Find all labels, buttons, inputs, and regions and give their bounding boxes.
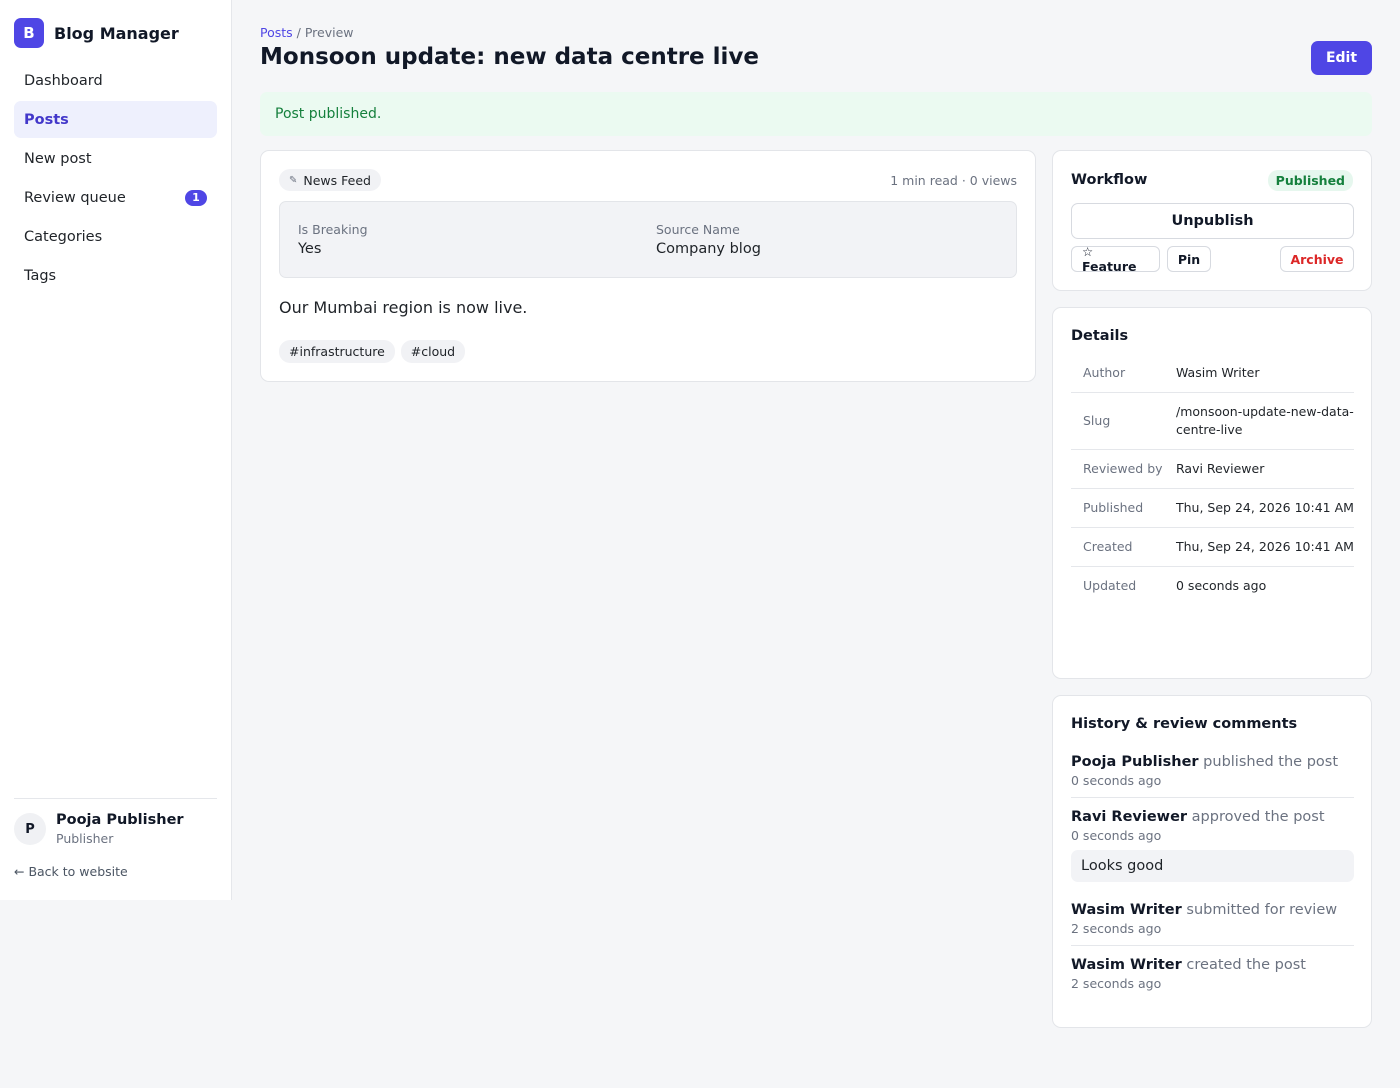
sidebar-item-label: Posts bbox=[24, 111, 69, 128]
sidebar-item-label: Categories bbox=[24, 228, 103, 245]
history-time: 2 seconds ago bbox=[1071, 976, 1162, 991]
avatar: P bbox=[14, 813, 46, 845]
review-comment: Looks good bbox=[1071, 850, 1354, 882]
archive-button[interactable]: Archive bbox=[1280, 246, 1354, 272]
detail-key: Author bbox=[1083, 365, 1126, 380]
brand[interactable]: B Blog Manager bbox=[14, 18, 179, 48]
field-value: Company blog bbox=[656, 241, 761, 257]
sidebar-item-label: Dashboard bbox=[24, 72, 103, 89]
status-badge: Published bbox=[1267, 170, 1353, 191]
sidebar-item-label: Review queue bbox=[24, 189, 126, 206]
breadcrumb-current: Preview bbox=[304, 25, 354, 40]
tag-list: #infrastructure #cloud bbox=[279, 340, 471, 363]
history-card: History & review comments Pooja Publishe… bbox=[1052, 695, 1372, 1028]
feed-name: News Feed bbox=[303, 172, 371, 188]
history-time: 0 seconds ago bbox=[1071, 773, 1162, 788]
field-is-breaking: Is Breaking Yes bbox=[298, 222, 368, 257]
sidebar-item-tags[interactable]: Tags bbox=[14, 257, 217, 294]
tag-chip[interactable]: #cloud bbox=[400, 340, 466, 363]
field-label: Is Breaking bbox=[298, 222, 368, 237]
detail-value: Thu, Sep 24, 2026 10:41 AM bbox=[1176, 539, 1354, 554]
detail-key: Published bbox=[1083, 500, 1144, 515]
back-to-website-link[interactable]: ← Back to website bbox=[14, 864, 128, 879]
details-title: Details bbox=[1071, 328, 1129, 344]
user-role: Publisher bbox=[56, 831, 114, 846]
detail-key: Created bbox=[1083, 539, 1133, 554]
post-meta: 1 min read · 0 views bbox=[890, 173, 1017, 188]
history-time: 0 seconds ago bbox=[1071, 828, 1162, 843]
history-actor: Wasim Writer bbox=[1071, 902, 1182, 918]
sidebar-item-categories[interactable]: Categories bbox=[14, 218, 217, 255]
custom-fields: Is Breaking Yes Source Name Company blog bbox=[279, 201, 1017, 278]
sidebar-item-review-queue[interactable]: Review queue 1 bbox=[14, 179, 217, 216]
field-value: Yes bbox=[298, 241, 322, 257]
brand-name: Blog Manager bbox=[54, 23, 179, 43]
tag-chip[interactable]: #infrastructure bbox=[279, 340, 395, 363]
detail-key: Reviewed by bbox=[1083, 461, 1163, 476]
user-name: Pooja Publisher bbox=[56, 812, 184, 828]
history-action: published the post bbox=[1203, 754, 1339, 770]
field-source-name: Source Name Company blog bbox=[656, 222, 761, 257]
history-actor: Ravi Reviewer bbox=[1071, 809, 1188, 825]
detail-row-reviewed-by: Reviewed by Ravi Reviewer bbox=[1071, 450, 1354, 489]
breadcrumb: Posts / Preview bbox=[260, 25, 354, 40]
history-item: Ravi Reviewer approved the post 0 second… bbox=[1071, 807, 1354, 891]
post-body: Our Mumbai region is now live. bbox=[279, 298, 528, 317]
breadcrumb-separator: / bbox=[292, 25, 305, 40]
detail-key: Updated bbox=[1083, 578, 1137, 593]
feature-button[interactable]: ☆ Feature bbox=[1071, 244, 1160, 274]
history-action: approved the post bbox=[1191, 809, 1325, 825]
workflow-card: Workflow Published Unpublish ☆ Feature P… bbox=[1052, 150, 1372, 291]
sidebar-nav: Dashboard Posts New post Review queue 1 … bbox=[14, 62, 217, 296]
current-user: P Pooja Publisher Publisher bbox=[14, 812, 184, 846]
details-table: Author Wasim Writer Slug /monsoon-update… bbox=[1071, 354, 1354, 605]
details-card: Details Author Wasim Writer Slug /monsoo… bbox=[1052, 307, 1372, 679]
detail-row-author: Author Wasim Writer bbox=[1071, 354, 1354, 393]
pin-button[interactable]: Pin bbox=[1167, 246, 1211, 272]
detail-key: Slug bbox=[1083, 413, 1111, 428]
detail-value: Thu, Sep 24, 2026 10:41 AM bbox=[1176, 500, 1354, 515]
history-item: Wasim Writer created the post 2 seconds … bbox=[1071, 955, 1354, 1000]
unpublish-button[interactable]: Unpublish bbox=[1071, 203, 1354, 239]
sidebar-item-dashboard[interactable]: Dashboard bbox=[14, 62, 217, 99]
detail-value: 0 seconds ago bbox=[1176, 578, 1267, 593]
field-label: Source Name bbox=[656, 222, 740, 237]
detail-row-created: Created Thu, Sep 24, 2026 10:41 AM bbox=[1071, 528, 1354, 567]
sidebar-item-label: Tags bbox=[24, 267, 57, 284]
detail-row-published: Published Thu, Sep 24, 2026 10:41 AM bbox=[1071, 489, 1354, 528]
history-title: History & review comments bbox=[1071, 716, 1298, 732]
sidebar-item-posts[interactable]: Posts bbox=[14, 101, 217, 138]
page-title: Monsoon update: new data centre live bbox=[260, 44, 760, 70]
history-list: Pooja Publisher published the post 0 sec… bbox=[1071, 752, 1354, 1009]
breadcrumb-posts-link[interactable]: Posts bbox=[260, 25, 293, 40]
detail-value: /monsoon-update-new-data-centre-live bbox=[1176, 404, 1354, 437]
history-action: submitted for review bbox=[1186, 902, 1338, 918]
history-actor: Wasim Writer bbox=[1071, 957, 1182, 973]
detail-value: Wasim Writer bbox=[1176, 365, 1260, 380]
brand-logo: B bbox=[14, 18, 44, 48]
sidebar-item-label: New post bbox=[24, 150, 92, 167]
history-item: Pooja Publisher published the post 0 sec… bbox=[1071, 752, 1354, 798]
detail-value: Ravi Reviewer bbox=[1176, 461, 1265, 476]
history-item: Wasim Writer submitted for review 2 seco… bbox=[1071, 900, 1354, 946]
sidebar-divider bbox=[14, 798, 217, 799]
edit-button[interactable]: Edit bbox=[1311, 41, 1372, 75]
flash-message: Post published. bbox=[260, 92, 1372, 136]
history-actor: Pooja Publisher bbox=[1071, 754, 1199, 770]
review-count-badge: 1 bbox=[185, 189, 207, 206]
detail-row-slug: Slug /monsoon-update-new-data-centre-liv… bbox=[1071, 393, 1354, 450]
sidebar-item-new-post[interactable]: New post bbox=[14, 140, 217, 177]
post-preview-card: ✎ News Feed 1 min read · 0 views Is Brea… bbox=[260, 150, 1036, 382]
sidebar: B Blog Manager Dashboard Posts New post … bbox=[0, 0, 232, 900]
workflow-title: Workflow bbox=[1071, 172, 1148, 188]
feed-chip[interactable]: ✎ News Feed bbox=[279, 169, 381, 191]
history-time: 2 seconds ago bbox=[1071, 921, 1162, 936]
detail-row-updated: Updated 0 seconds ago bbox=[1071, 567, 1354, 605]
history-action: created the post bbox=[1186, 957, 1306, 973]
newspaper-icon: ✎ bbox=[289, 174, 298, 186]
